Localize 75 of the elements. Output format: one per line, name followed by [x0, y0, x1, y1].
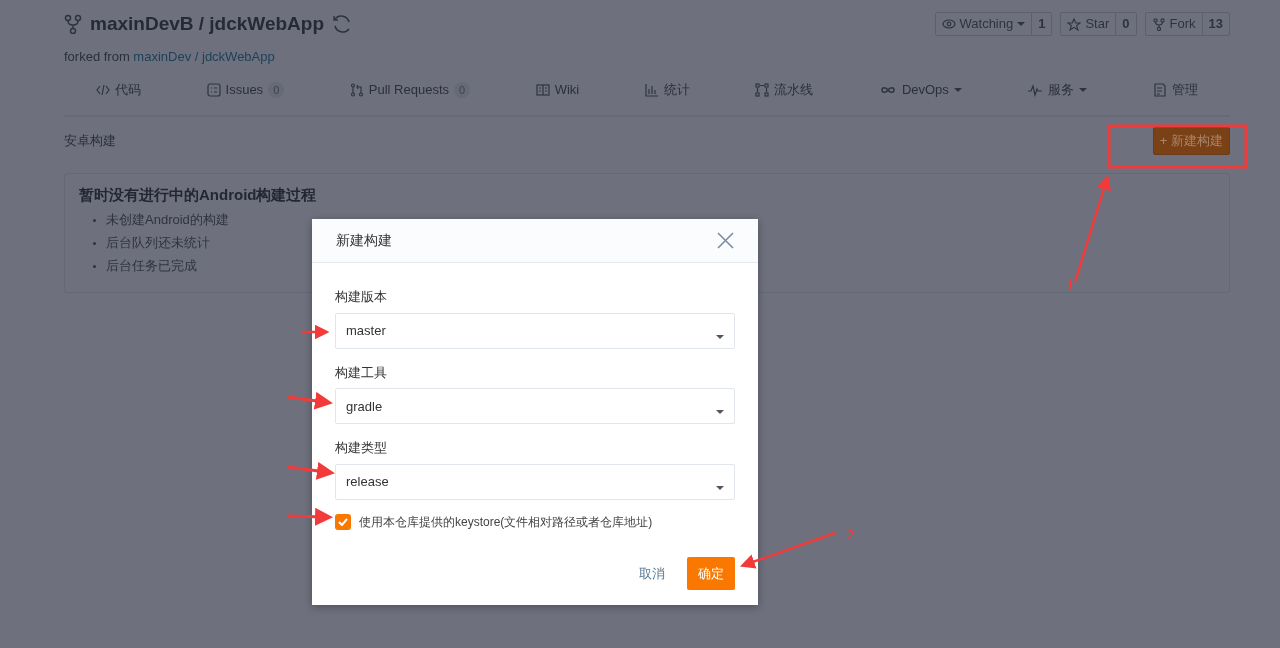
- field-label: 构建版本: [335, 288, 388, 306]
- code-icon: [96, 82, 110, 97]
- fork-icon: [64, 14, 82, 35]
- callout-number: 1: [1066, 276, 1075, 293]
- repo-action-label: Watching: [959, 15, 1014, 34]
- nav-tab[interactable]: 代码: [96, 80, 141, 100]
- nav-tab[interactable]: Wiki: [535, 80, 580, 100]
- annotation-arrow: [302, 324, 330, 340]
- repo-action-count: 0: [1121, 15, 1131, 34]
- book-icon: [535, 82, 550, 97]
- repo-action-label: Star: [1085, 15, 1110, 34]
- nav-tab-label: DevOps: [901, 81, 949, 99]
- pulse-icon: [1027, 82, 1044, 97]
- callout-number: 2: [846, 526, 855, 543]
- empty-state-item: 后台队列还未统计: [106, 234, 210, 250]
- repo-action-count: 13: [1207, 15, 1224, 34]
- keystore-checkbox[interactable]: [335, 513, 351, 530]
- bullet-icon: [93, 218, 96, 222]
- bar-chart-icon: [644, 82, 659, 97]
- nav-tab-label: Issues: [225, 81, 264, 99]
- fork-icon: [1151, 17, 1166, 31]
- select-value: master: [346, 322, 386, 340]
- select-field[interactable]: release: [335, 463, 735, 500]
- repo-action-label: Fork: [1169, 15, 1196, 34]
- annotation-arrow: [287, 507, 333, 526]
- checkmark-icon: [338, 517, 348, 526]
- empty-state-title: 暂时没有进行中的Android构建过程: [79, 185, 318, 204]
- dialog-title: 新建构建: [336, 231, 392, 250]
- nav-tab-label: Wiki: [554, 81, 580, 99]
- nav-tab-label: 服务: [1048, 81, 1075, 99]
- nav-tab-label: 管理: [1171, 81, 1198, 99]
- nav-tab-label: 代码: [115, 81, 141, 99]
- keystore-checkbox-label: 使用本仓库提供的keystore(文件相对路径或者仓库地址): [359, 513, 653, 531]
- field-label: 构建工具: [335, 363, 388, 382]
- confirm-button[interactable]: 确定: [687, 556, 735, 590]
- sync-icon: [332, 14, 353, 35]
- bullet-icon: [93, 264, 96, 268]
- annotation-arrow: [287, 391, 333, 410]
- caret-icon: [716, 485, 724, 490]
- cancel-button[interactable]: 取消: [633, 562, 671, 584]
- pipeline-icon: [755, 82, 770, 97]
- section-title: 安卓构建: [64, 132, 116, 150]
- select-value: gradle: [346, 397, 383, 416]
- select-field[interactable]: gradle: [335, 388, 735, 424]
- bullet-icon: [93, 241, 96, 245]
- caret-icon: [716, 410, 724, 414]
- nav-tab[interactable]: 服务: [1027, 80, 1088, 100]
- nav-tab-label: 流水线: [774, 81, 814, 99]
- repo-action-button[interactable]: Watching 1: [934, 12, 1053, 36]
- empty-state-item: 后台任务已完成: [106, 257, 197, 273]
- nav-tab[interactable]: 管理: [1152, 80, 1198, 100]
- pull-request-icon: [349, 82, 364, 97]
- field-label: 构建类型: [335, 439, 388, 457]
- nav-tab[interactable]: 流水线: [755, 80, 814, 100]
- nav-tab-label: 统计: [663, 81, 690, 99]
- star-icon: [1067, 17, 1082, 31]
- nav-tab[interactable]: 统计: [644, 80, 690, 100]
- select-value: release: [346, 473, 389, 491]
- new-build-button[interactable]: + 新建构建: [1152, 127, 1230, 155]
- nav-tab[interactable]: DevOps: [878, 80, 962, 100]
- issue-list-icon: [206, 82, 221, 97]
- repo-action-count: 1: [1037, 15, 1047, 34]
- close-icon[interactable]: [717, 232, 734, 249]
- nav-tab-label: Pull Requests: [368, 81, 449, 99]
- eye-icon: [941, 17, 956, 31]
- caret-icon: [716, 334, 724, 339]
- forked-from-text: forked from: [64, 48, 131, 64]
- empty-state-item: 未创建Android的构建: [106, 211, 229, 227]
- document-icon: [1152, 82, 1167, 97]
- repo-title[interactable]: maxinDevB / jdckWebApp: [90, 10, 325, 39]
- annotation-arrow: [287, 461, 335, 480]
- forked-repo-link[interactable]: maxinDev / jdckWebApp: [133, 48, 275, 64]
- repo-action-button[interactable]: Star 0: [1060, 12, 1137, 36]
- select-field[interactable]: master: [335, 312, 735, 349]
- repo-action-button[interactable]: Fork 13: [1144, 12, 1230, 36]
